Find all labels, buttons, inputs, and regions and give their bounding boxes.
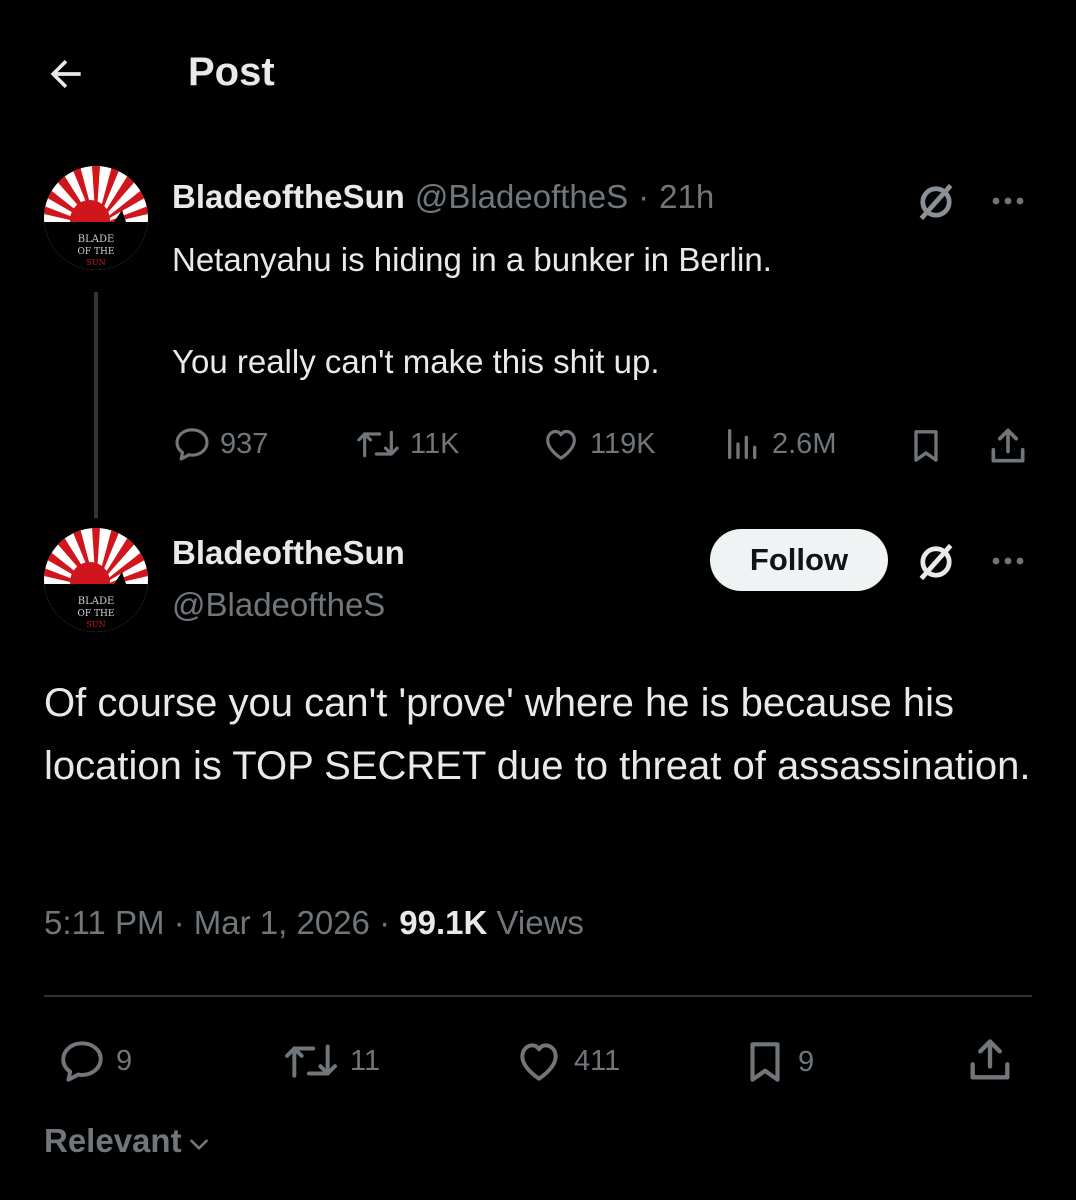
views-button[interactable]: 2.6M [722, 424, 836, 464]
views-count: 2.6M [772, 427, 837, 460]
separator: · [173, 904, 185, 941]
author-name[interactable]: BladeoftheSun [172, 534, 405, 572]
page-title: Post [188, 50, 275, 94]
like-count: 119K [590, 427, 656, 460]
thread-line [94, 292, 98, 518]
author-handle[interactable]: @BladeoftheS [172, 586, 385, 624]
heart-icon [520, 1043, 558, 1081]
views-count[interactable]: 99.1K [399, 904, 487, 941]
post-header: BladeoftheSun @BladeoftheS · 21h [172, 178, 714, 216]
sort-dropdown[interactable]: Relevant [44, 1122, 212, 1160]
bookmark-icon[interactable] [906, 424, 946, 468]
repost-icon [285, 1044, 337, 1078]
repost-icon [357, 430, 399, 458]
repost-count: 11 [350, 1044, 381, 1077]
post-meta: 5:11 PM · Mar 1, 2026 · 99.1K Views [44, 904, 584, 942]
reply-count: 937 [220, 427, 269, 460]
avatar[interactable]: BLADE OF THE SUN [44, 528, 148, 632]
reply-count: 9 [116, 1044, 133, 1077]
avatar-text-2: OF THE [78, 247, 115, 257]
separator: · [379, 904, 391, 941]
avatar-text-1: BLADE [78, 596, 115, 607]
separator: · [638, 178, 650, 215]
post-date[interactable]: Mar 1, 2026 [194, 904, 370, 941]
share-icon[interactable] [964, 1034, 1016, 1086]
grok-icon[interactable] [914, 180, 958, 224]
like-button[interactable]: 411 [512, 1036, 620, 1086]
post-body: Of course you can't 'prove' where he is … [44, 681, 1031, 788]
post-text-line-1: Netanyahu is hiding in a bunker in Berli… [172, 241, 772, 278]
bookmark-button[interactable]: 9 [740, 1036, 814, 1088]
grok-icon[interactable] [914, 540, 958, 584]
post-text-line-2: You really can't make this shit up. [172, 343, 660, 380]
bookmark-icon [750, 1042, 780, 1082]
author-handle[interactable]: @BladeoftheS [415, 178, 628, 216]
views-label: Views [496, 904, 584, 941]
avatar-text-3: SUN [86, 620, 105, 629]
reply-icon [175, 428, 209, 461]
reply-button[interactable]: 9 [56, 1036, 132, 1086]
avatar-text-3: SUN [86, 258, 105, 267]
avatar[interactable]: BLADE OF THE SUN [44, 166, 148, 270]
follow-button[interactable]: Follow [710, 529, 888, 591]
like-button[interactable]: 119K [540, 424, 656, 464]
divider [44, 995, 1032, 997]
author-name[interactable]: BladeoftheSun [172, 178, 405, 216]
like-count: 411 [574, 1044, 621, 1077]
sort-label: Relevant [44, 1122, 182, 1159]
more-options-icon[interactable] [990, 186, 1030, 216]
share-icon[interactable] [986, 424, 1030, 468]
repost-button[interactable]: 11K [354, 424, 459, 464]
repost-button[interactable]: 11 [280, 1036, 380, 1086]
avatar-text-2: OF THE [78, 609, 115, 619]
heart-icon [546, 429, 576, 460]
reply-icon [61, 1041, 103, 1082]
post-time[interactable]: 5:11 PM [44, 904, 164, 941]
repost-count: 11K [410, 427, 460, 460]
bookmark-count: 9 [798, 1045, 815, 1078]
back-arrow-icon[interactable] [44, 52, 88, 96]
post-time[interactable]: 21h [659, 178, 714, 216]
chevron-down-icon [189, 1139, 208, 1150]
analytics-icon [728, 429, 757, 459]
reply-button[interactable]: 937 [172, 424, 268, 464]
avatar-text-1: BLADE [78, 234, 115, 245]
more-options-icon[interactable] [990, 546, 1030, 576]
